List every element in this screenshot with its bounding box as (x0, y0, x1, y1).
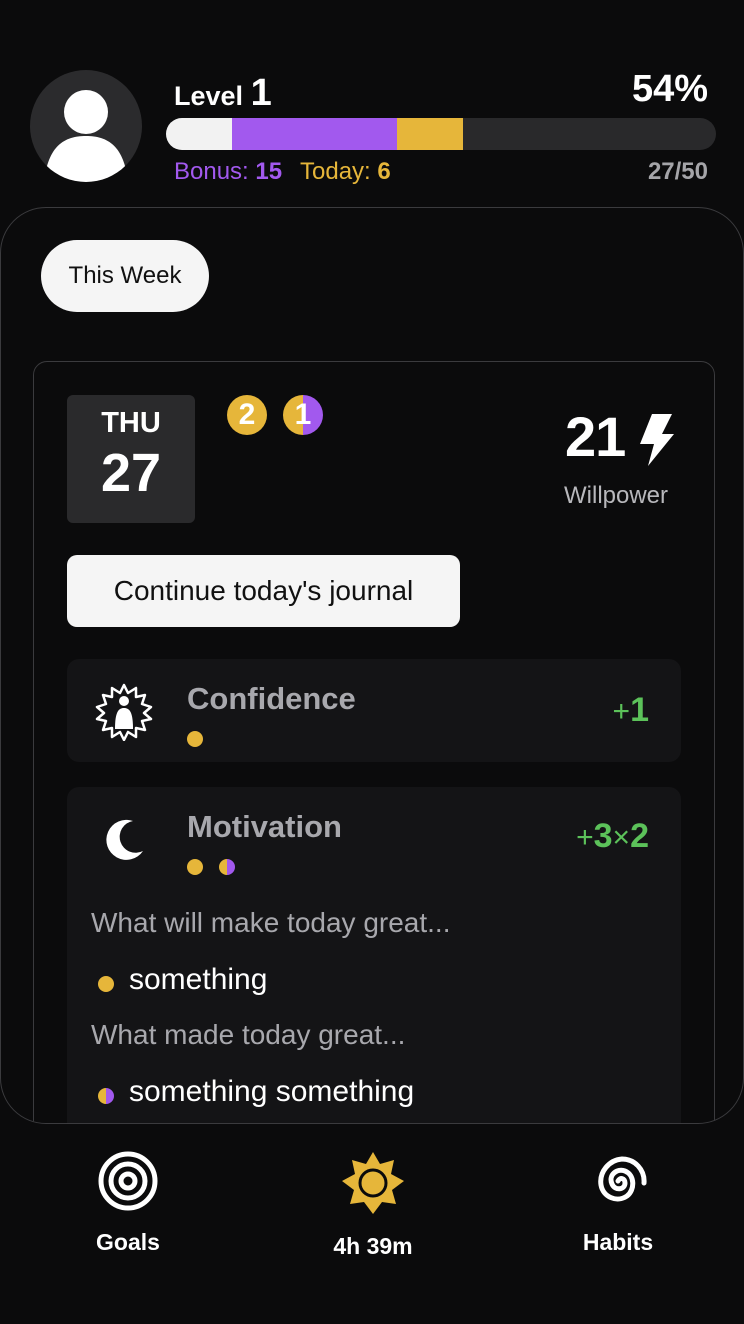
date-box: THU 27 (67, 395, 195, 523)
nav-habits[interactable]: Habits (548, 1150, 688, 1256)
confidence-item[interactable]: Confidence +1 (67, 659, 681, 762)
willpower-number: 21 (565, 405, 626, 468)
bonus-value: 15 (255, 158, 283, 185)
moon-icon (106, 819, 143, 860)
motivation-item[interactable]: Motivation +3×2 What will make today gre… (67, 787, 681, 1123)
split-dot (98, 1088, 114, 1104)
confidence-title: Confidence (187, 681, 356, 716)
this-week-button[interactable]: This Week (41, 240, 209, 312)
nav-timer[interactable]: 4h 39m (303, 1150, 443, 1260)
confidence-delta: +1 (613, 691, 649, 730)
nav-goals-label: Goals (96, 1229, 160, 1255)
day-number: 27 (100, 443, 162, 503)
motivation-title: Motivation (187, 809, 342, 844)
split-token-count: 1 (294, 398, 312, 431)
multiplier-value: 2 (630, 817, 649, 855)
journal-entry[interactable]: something (129, 963, 267, 997)
split-token-badge: 1 (283, 395, 323, 435)
delta-sign: + (612, 695, 631, 728)
level-text: Level (174, 81, 244, 111)
split-dot (219, 859, 235, 875)
target-icon (98, 1151, 158, 1211)
lightning-icon (640, 414, 674, 466)
journal-prompt: What will make today great... (91, 907, 451, 938)
motivation-delta: +3×2 (576, 817, 649, 856)
progress-bonus-segment (232, 118, 397, 150)
yellow-dot (98, 976, 114, 992)
level-value: 1 (250, 72, 272, 114)
yellow-dot (187, 859, 203, 875)
level-percent: 54% (631, 68, 708, 110)
today-value: 6 (377, 158, 391, 185)
today-stat: Today: 6 (300, 158, 391, 186)
yellow-token-count: 2 (238, 398, 256, 431)
user-silhouette-icon (44, 90, 128, 182)
delta-value: 3 (593, 817, 613, 855)
delta-sign: + (576, 821, 594, 854)
confidence-figure-icon (95, 683, 153, 741)
day-of-week: THU (101, 407, 161, 439)
avatar[interactable] (30, 70, 142, 182)
yellow-token-badge: 2 (227, 395, 267, 435)
journal-prompt: What made today great... (91, 1019, 406, 1050)
delta-value: 1 (630, 691, 649, 729)
progress-earned-segment (166, 118, 232, 150)
spiral-icon (598, 1156, 647, 1202)
week-panel[interactable]: This Week THU 27 2 1 21 Willpower Contin… (0, 207, 744, 1124)
bonus-label: Bonus: (174, 158, 249, 185)
willpower-label: Willpower (564, 482, 669, 509)
nav-timer-label: 4h 39m (333, 1233, 413, 1259)
multiplier-sign: × (612, 821, 631, 854)
level-ratio: 27/50 (647, 158, 708, 185)
continue-journal-button[interactable]: Continue today's journal (67, 555, 460, 627)
progress-today-segment (397, 118, 463, 150)
willpower-value: 21 (565, 404, 626, 469)
level-progress-bar (166, 118, 716, 150)
level-label: Level 1 (174, 72, 272, 115)
journal-entry[interactable]: something something (129, 1075, 414, 1109)
bonus-stat: Bonus: 15 (174, 158, 282, 186)
sun-icon (342, 1152, 404, 1214)
nav-goals[interactable]: Goals (58, 1150, 198, 1256)
nav-habits-label: Habits (582, 1229, 654, 1255)
day-card: THU 27 2 1 21 Willpower Continue today's… (33, 361, 715, 1123)
yellow-dot (187, 731, 203, 747)
today-label: Today: (300, 158, 371, 185)
